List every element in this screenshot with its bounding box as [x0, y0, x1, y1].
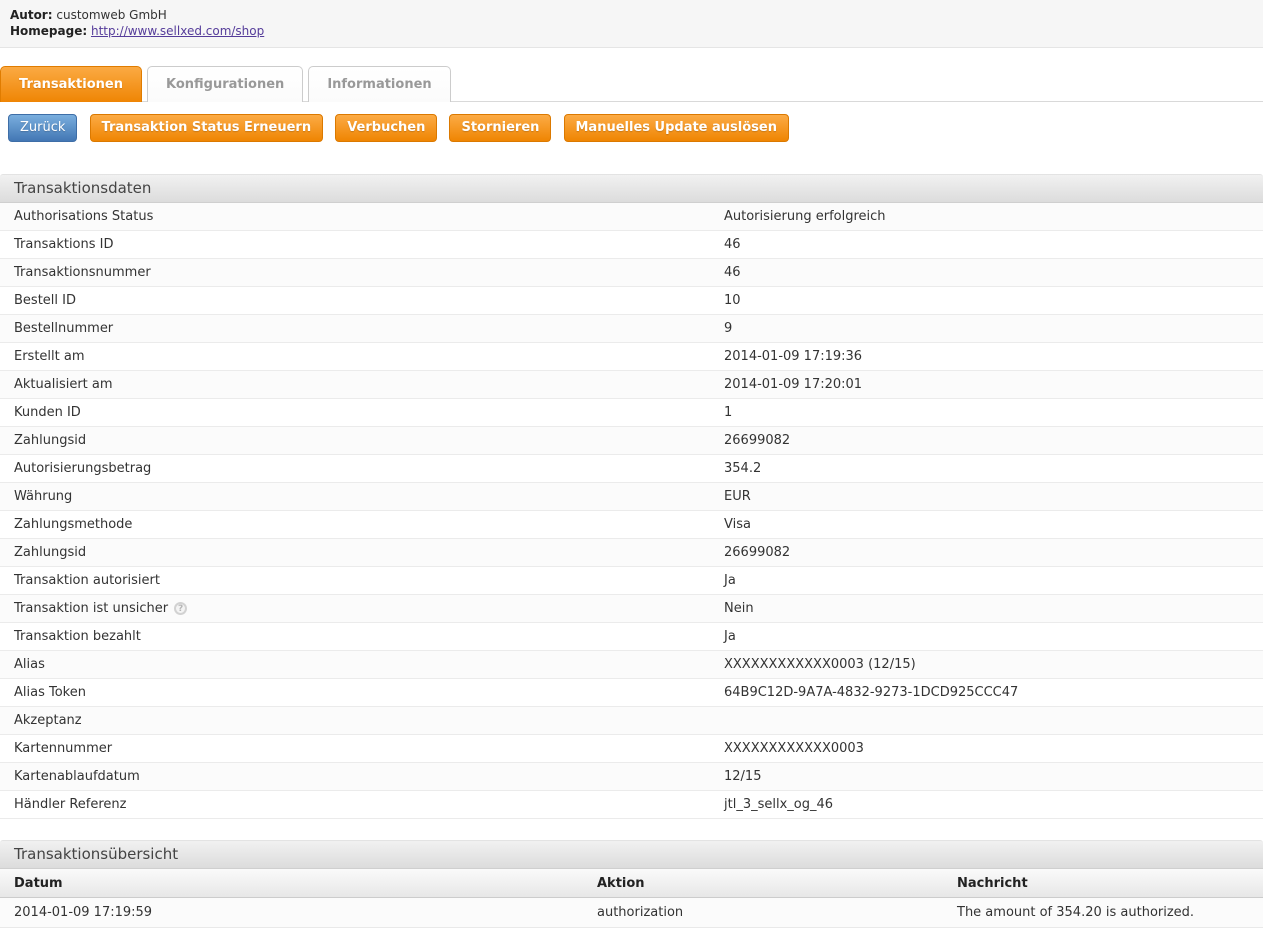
tab-transaktionen[interactable]: Transaktionen — [0, 66, 142, 102]
transaction-data-row: Transaktionsnummer 46 — [0, 259, 1263, 287]
row-value: 9 — [724, 321, 1249, 336]
row-label: Bestell ID — [14, 293, 76, 308]
row-value: Ja — [724, 629, 1249, 644]
row-value: 10 — [724, 293, 1249, 308]
overview-cell: authorization — [597, 905, 957, 920]
transaction-data-row: Kartennummer XXXXXXXXXXXX0003 — [0, 735, 1263, 763]
homepage-link[interactable]: http://www.sellxed.com/shop — [91, 24, 264, 38]
row-value: 26699082 — [724, 545, 1249, 560]
row-value: 46 — [724, 265, 1249, 280]
row-label: Kunden ID — [14, 405, 81, 420]
row-label: Zahlungsmethode — [14, 517, 132, 532]
row-value: 354.2 — [724, 461, 1249, 476]
transaction-data-row: Händler Referenz jtl_3_sellx_og_46 — [0, 791, 1263, 819]
transaction-data-row: Erstellt am 2014-01-09 17:19:36 — [0, 343, 1263, 371]
row-label: Akzeptanz — [14, 713, 82, 728]
transaction-overview-title: Transaktionsübersicht — [0, 840, 1263, 869]
row-value: jtl_3_sellx_og_46 — [724, 797, 1249, 812]
transaction-data-row: Transaktions ID 46 — [0, 231, 1263, 259]
homepage-label: Homepage: — [10, 24, 87, 38]
transaction-data-row: Aktualisiert am 2014-01-09 17:20:01 — [0, 371, 1263, 399]
row-value: Nein — [724, 601, 1249, 616]
transaction-data-row: Transaktion bezahlt Ja — [0, 623, 1263, 651]
transaction-data-row: Zahlungsmethode Visa — [0, 511, 1263, 539]
transaction-data-section: Transaktionsdaten Authorisations StatusA… — [0, 174, 1263, 819]
row-value: XXXXXXXXXXXX0003 — [724, 741, 1249, 756]
row-value: 2014-01-09 17:19:36 — [724, 349, 1249, 364]
transaction-data-row: Bestellnummer 9 — [0, 315, 1263, 343]
transaction-data-row: Autorisierungsbetrag 354.2 — [0, 455, 1263, 483]
transaction-data-row: Kartenablaufdatum 12/15 — [0, 763, 1263, 791]
overview-table-row: 2014-01-09 17:19:59authorizationThe amou… — [0, 898, 1263, 928]
toolbar: Zurück Transaktion Status Erneuern Verbu… — [0, 102, 1263, 153]
overview-column-header: Aktion — [597, 876, 957, 891]
manual-update-button[interactable]: Manuelles Update auslösen — [564, 114, 790, 142]
row-label: Erstellt am — [14, 349, 85, 364]
refresh-status-button[interactable]: Transaktion Status Erneuern — [90, 114, 324, 142]
row-label: Transaktion ist unsicher — [14, 601, 168, 616]
tab-informationen[interactable]: Informationen — [308, 66, 450, 102]
overview-table-header: DatumAktionNachricht — [0, 869, 1263, 898]
transaction-data-row: Alias XXXXXXXXXXXX0003 (12/15) — [0, 651, 1263, 679]
row-label: Alias Token — [14, 685, 86, 700]
cancel-transaction-button[interactable]: Stornieren — [449, 114, 551, 142]
transaction-data-row: Akzeptanz — [0, 707, 1263, 735]
row-label: Autorisierungsbetrag — [14, 461, 151, 476]
plugin-meta-header: Autor: customweb GmbH Homepage: http://w… — [0, 0, 1263, 48]
row-value: 1 — [724, 405, 1249, 420]
row-label: Authorisations Status — [14, 209, 153, 224]
transaction-data-row: Alias Token 64B9C12D-9A7A-4832-9273-1DCD9… — [0, 679, 1263, 707]
overview-table-body: 2014-01-09 17:19:59authorizationThe amou… — [0, 898, 1263, 928]
row-label: Bestellnummer — [14, 321, 113, 336]
transaction-data-row: Authorisations Status Autorisierung erfol… — [0, 203, 1263, 231]
row-label: Kartennummer — [14, 741, 112, 756]
transaction-overview-section: Transaktionsübersicht DatumAktionNachric… — [0, 840, 1263, 928]
tab-konfigurationen[interactable]: Konfigurationen — [147, 66, 303, 102]
row-label: Transaktions ID — [14, 237, 114, 252]
row-value: Ja — [724, 573, 1249, 588]
row-value: Visa — [724, 517, 1249, 532]
author-value: customweb GmbH — [56, 8, 166, 22]
author-line: Autor: customweb GmbH — [10, 7, 1253, 23]
transaction-data-row: Zahlungsid 26699082 — [0, 427, 1263, 455]
row-label: Händler Referenz — [14, 797, 126, 812]
tab-bar: Transaktionen Konfigurationen Informatio… — [0, 65, 1263, 102]
row-value: 12/15 — [724, 769, 1249, 784]
row-label: Zahlungsid — [14, 545, 86, 560]
row-value: 2014-01-09 17:20:01 — [724, 377, 1249, 392]
row-label: Kartenablaufdatum — [14, 769, 140, 784]
author-label: Autor: — [10, 8, 53, 22]
transaction-data-row: Zahlungsid 26699082 — [0, 539, 1263, 567]
transaction-data-rows: Authorisations Status Autorisierung erfol… — [0, 203, 1263, 819]
row-label: Transaktion autorisiert — [14, 573, 160, 588]
row-label: Alias — [14, 657, 45, 672]
transaction-data-row: Transaktion autorisiert Ja — [0, 567, 1263, 595]
transaction-data-row: Währung EUR — [0, 483, 1263, 511]
transaction-data-row: Transaktion ist unsicher? Nein — [0, 595, 1263, 623]
transaction-data-row: Bestell ID 10 — [0, 287, 1263, 315]
row-value: Autorisierung erfolgreich — [724, 209, 1249, 224]
back-button[interactable]: Zurück — [8, 114, 77, 142]
row-value: 26699082 — [724, 433, 1249, 448]
help-icon[interactable]: ? — [174, 602, 187, 615]
overview-cell: 2014-01-09 17:19:59 — [14, 905, 597, 920]
row-value: 64B9C12D-9A7A-4832-9273-1DCD925CCC47 — [724, 685, 1249, 700]
overview-column-header: Datum — [14, 876, 597, 891]
transaction-data-title: Transaktionsdaten — [0, 174, 1263, 203]
overview-column-header: Nachricht — [957, 876, 1263, 891]
overview-cell: The amount of 354.20 is authorized. — [957, 905, 1263, 920]
capture-button[interactable]: Verbuchen — [335, 114, 437, 142]
row-label: Zahlungsid — [14, 433, 86, 448]
row-value: 46 — [724, 237, 1249, 252]
transaction-data-row: Kunden ID 1 — [0, 399, 1263, 427]
row-label: Währung — [14, 489, 72, 504]
homepage-line: Homepage: http://www.sellxed.com/shop — [10, 23, 1253, 39]
row-value: EUR — [724, 489, 1249, 504]
row-label: Transaktion bezahlt — [14, 629, 141, 644]
row-label: Aktualisiert am — [14, 377, 113, 392]
row-value: XXXXXXXXXXXX0003 (12/15) — [724, 657, 1249, 672]
row-label: Transaktionsnummer — [14, 265, 151, 280]
